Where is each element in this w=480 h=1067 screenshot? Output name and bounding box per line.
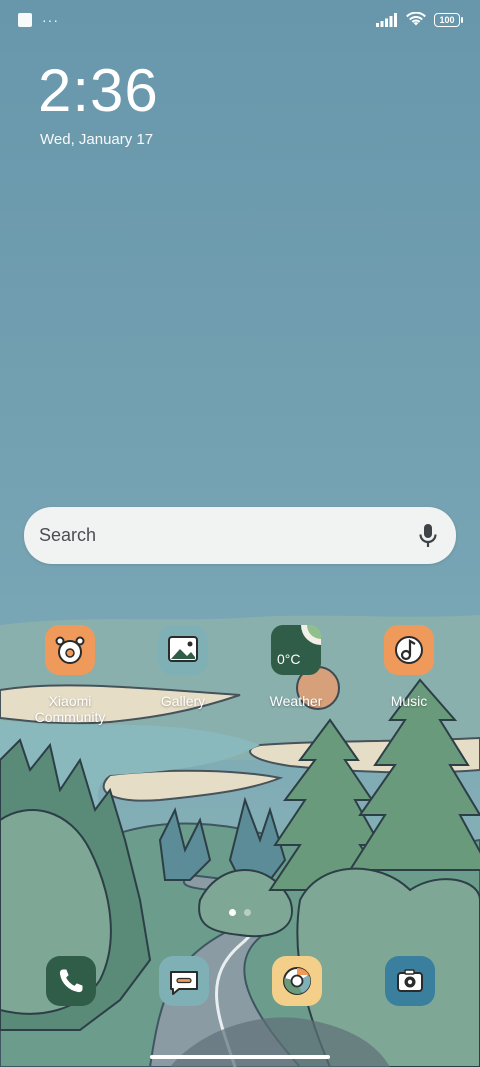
app-label: Gallery [160,693,206,709]
weather-temperature: 0°C [277,651,301,667]
app-label: Weather [269,693,323,709]
page-dot [244,909,251,916]
microphone-icon[interactable] [418,523,438,549]
app-label: Xiaomi Community [34,693,106,725]
more-notifications-icon: ··· [42,12,59,28]
app-music[interactable]: Music [361,625,457,709]
phone-icon[interactable] [46,956,96,1006]
battery-indicator: 100 [434,12,463,27]
search-bar[interactable]: Search [24,507,456,564]
home-gesture-bar[interactable] [150,1055,330,1059]
camera-icon[interactable] [385,956,435,1006]
page-dot-active [229,909,236,916]
page-indicator [229,909,251,916]
clock-date[interactable]: Wed, January 17 [40,131,153,148]
battery-level: 100 [439,14,455,25]
app-notification-icon [18,13,32,27]
weather-icon: 0°C [271,625,321,675]
cell-signal-icon [376,12,397,27]
google-chrome-icon[interactable] [272,956,322,1006]
app-gallery[interactable]: Gallery [135,625,231,709]
wifi-icon [406,12,426,26]
messages-icon[interactable] [159,956,209,1006]
app-label: Music [390,693,428,709]
clock-time[interactable]: 2:36 [38,56,159,126]
gallery-icon [158,625,208,675]
status-bar: ··· 100 [0,0,480,40]
community-icon [45,625,95,675]
music-note-icon [384,625,434,675]
app-weather[interactable]: 0°C Weather [248,625,344,709]
app-xiaomi-community[interactable]: Xiaomi Community [22,625,118,725]
search-placeholder: Search [39,525,97,545]
